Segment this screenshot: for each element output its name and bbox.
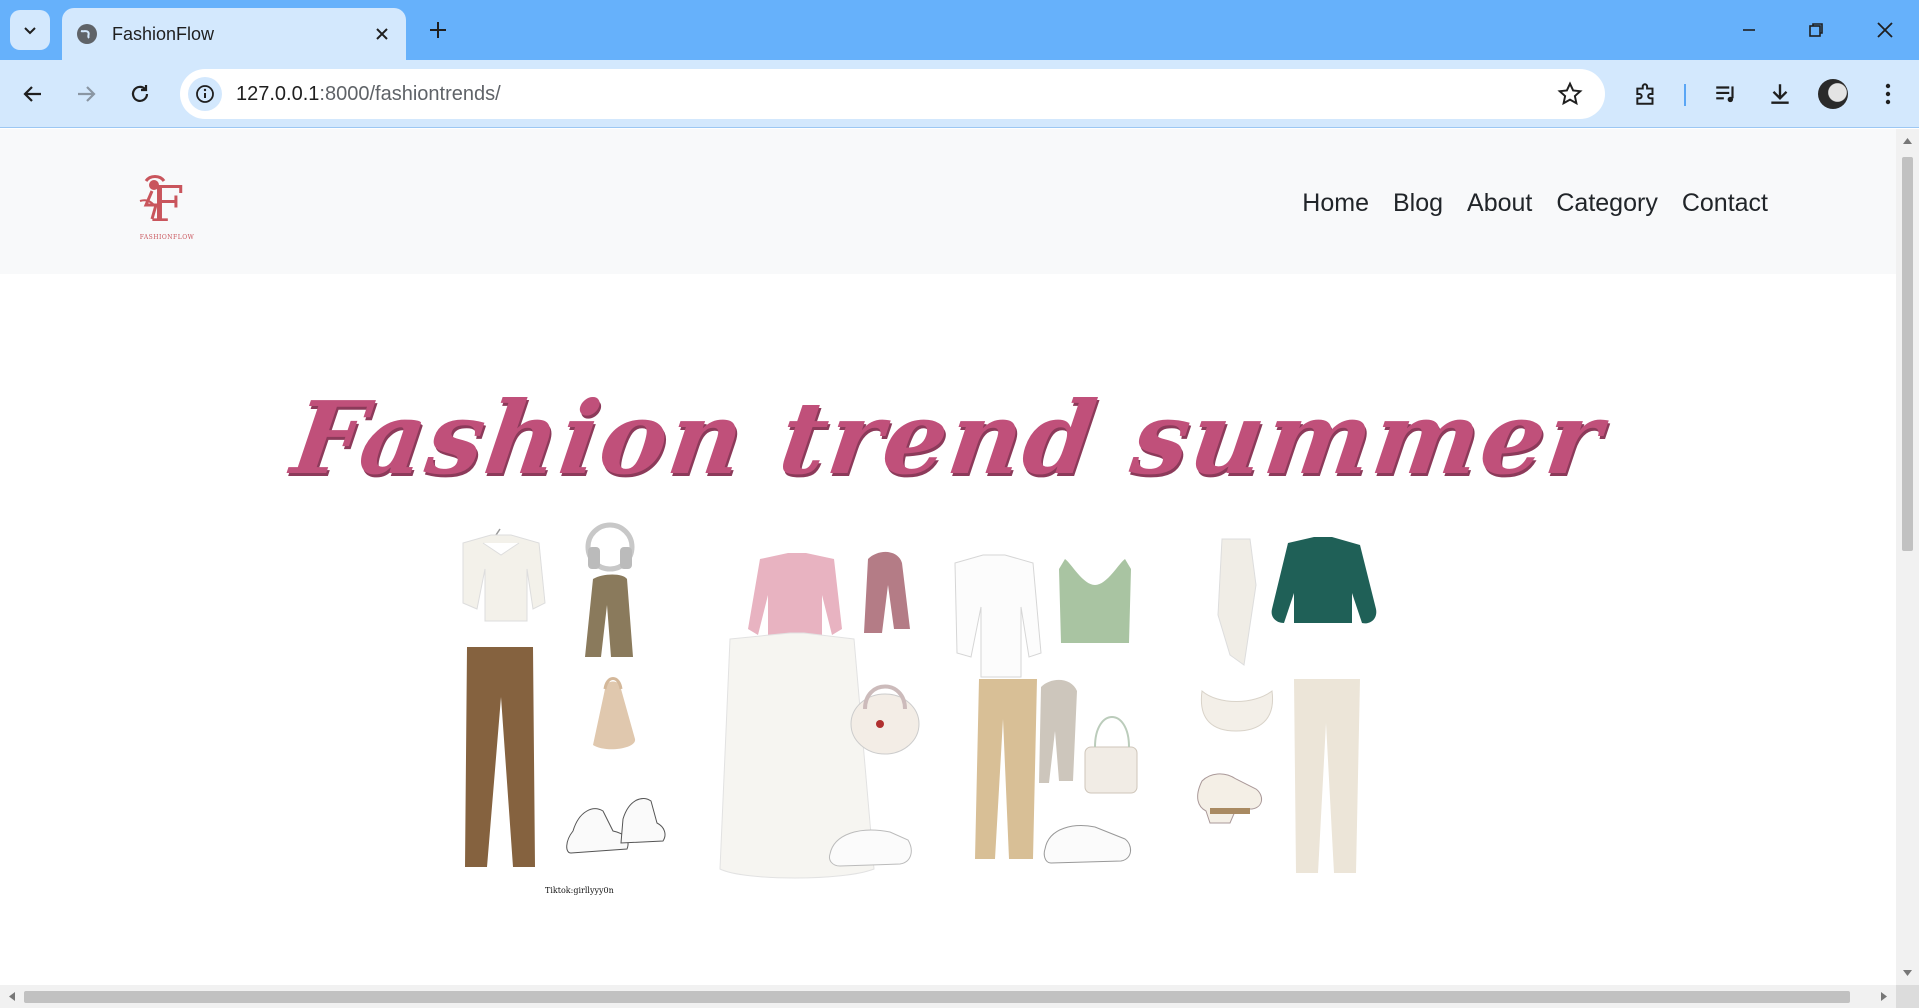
outfit-3-image bbox=[954, 554, 1138, 864]
nav-home[interactable]: Home bbox=[1302, 189, 1369, 218]
browser-tab[interactable]: FashionFlow bbox=[62, 8, 406, 60]
browser-tab-bar: FashionFlow bbox=[0, 0, 1919, 60]
bookmark-star-icon[interactable] bbox=[1557, 81, 1583, 112]
site-info-icon[interactable] bbox=[188, 77, 222, 111]
horizontal-scrollbar[interactable] bbox=[0, 985, 1896, 1008]
url-text: 127.0.0.1:8000/fashiontrends/ bbox=[236, 83, 501, 106]
close-window-icon[interactable] bbox=[1862, 10, 1908, 50]
outfit-4-image bbox=[1197, 537, 1377, 873]
collage-credit-text: Tiktok:girllyyy0n bbox=[545, 886, 614, 895]
hero-title: Fashion trend summer bbox=[285, 379, 1611, 497]
page-viewport: F FASHIONFLOW Home Blog About Category C… bbox=[0, 129, 1896, 985]
back-icon[interactable] bbox=[15, 76, 51, 112]
url-host: 127.0.0.1 bbox=[236, 83, 320, 105]
horizontal-scroll-thumb[interactable] bbox=[24, 991, 1850, 1003]
menu-kebab-icon[interactable] bbox=[1870, 76, 1906, 112]
address-bar[interactable]: 127.0.0.1:8000/fashiontrends/ bbox=[180, 69, 1605, 119]
tab-title: FashionFlow bbox=[112, 23, 215, 44]
reload-icon[interactable] bbox=[122, 76, 158, 112]
outfit-2-image bbox=[719, 551, 920, 879]
downloads-icon[interactable] bbox=[1762, 76, 1798, 112]
nav-contact[interactable]: Contact bbox=[1682, 189, 1768, 218]
new-tab-icon[interactable] bbox=[424, 16, 452, 44]
outfit-collage-image: Tiktok:girllyyy0n bbox=[455, 519, 1425, 899]
url-path: :8000/fashiontrends/ bbox=[319, 83, 501, 105]
tab-close-icon[interactable] bbox=[372, 24, 392, 44]
main-nav: Home Blog About Category Contact bbox=[1302, 189, 1768, 218]
scroll-down-icon[interactable] bbox=[1902, 967, 1913, 979]
nav-about[interactable]: About bbox=[1467, 189, 1532, 218]
site-header: F FASHIONFLOW Home Blog About Category C… bbox=[0, 129, 1896, 274]
outfit-1-image: Tiktok:girllyyy0n bbox=[462, 522, 666, 895]
restore-icon[interactable] bbox=[1793, 10, 1839, 50]
scroll-right-icon[interactable] bbox=[1878, 991, 1890, 1002]
svg-text:FASHIONFLOW: FASHIONFLOW bbox=[140, 234, 195, 241]
vertical-scrollbar[interactable] bbox=[1896, 129, 1919, 985]
vertical-scroll-thumb[interactable] bbox=[1902, 157, 1913, 551]
fashionflow-logo[interactable]: F FASHIONFLOW bbox=[132, 171, 202, 243]
nav-category[interactable]: Category bbox=[1556, 189, 1657, 218]
nav-blog[interactable]: Blog bbox=[1393, 189, 1443, 218]
browser-toolbar: 127.0.0.1:8000/fashiontrends/ bbox=[0, 60, 1919, 128]
chevron-down-icon bbox=[24, 27, 36, 35]
minimize-icon[interactable] bbox=[1726, 10, 1772, 50]
scroll-up-icon[interactable] bbox=[1902, 135, 1913, 147]
profile-avatar[interactable] bbox=[1818, 79, 1848, 109]
extensions-icon[interactable] bbox=[1628, 76, 1664, 112]
globe-icon bbox=[77, 24, 97, 44]
tab-search-button[interactable] bbox=[10, 10, 50, 50]
toolbar-separator bbox=[1684, 84, 1686, 106]
media-controls-icon[interactable] bbox=[1708, 76, 1744, 112]
scrollbar-corner bbox=[1896, 985, 1919, 1008]
forward-icon[interactable] bbox=[68, 76, 104, 112]
scroll-left-icon[interactable] bbox=[6, 991, 18, 1002]
